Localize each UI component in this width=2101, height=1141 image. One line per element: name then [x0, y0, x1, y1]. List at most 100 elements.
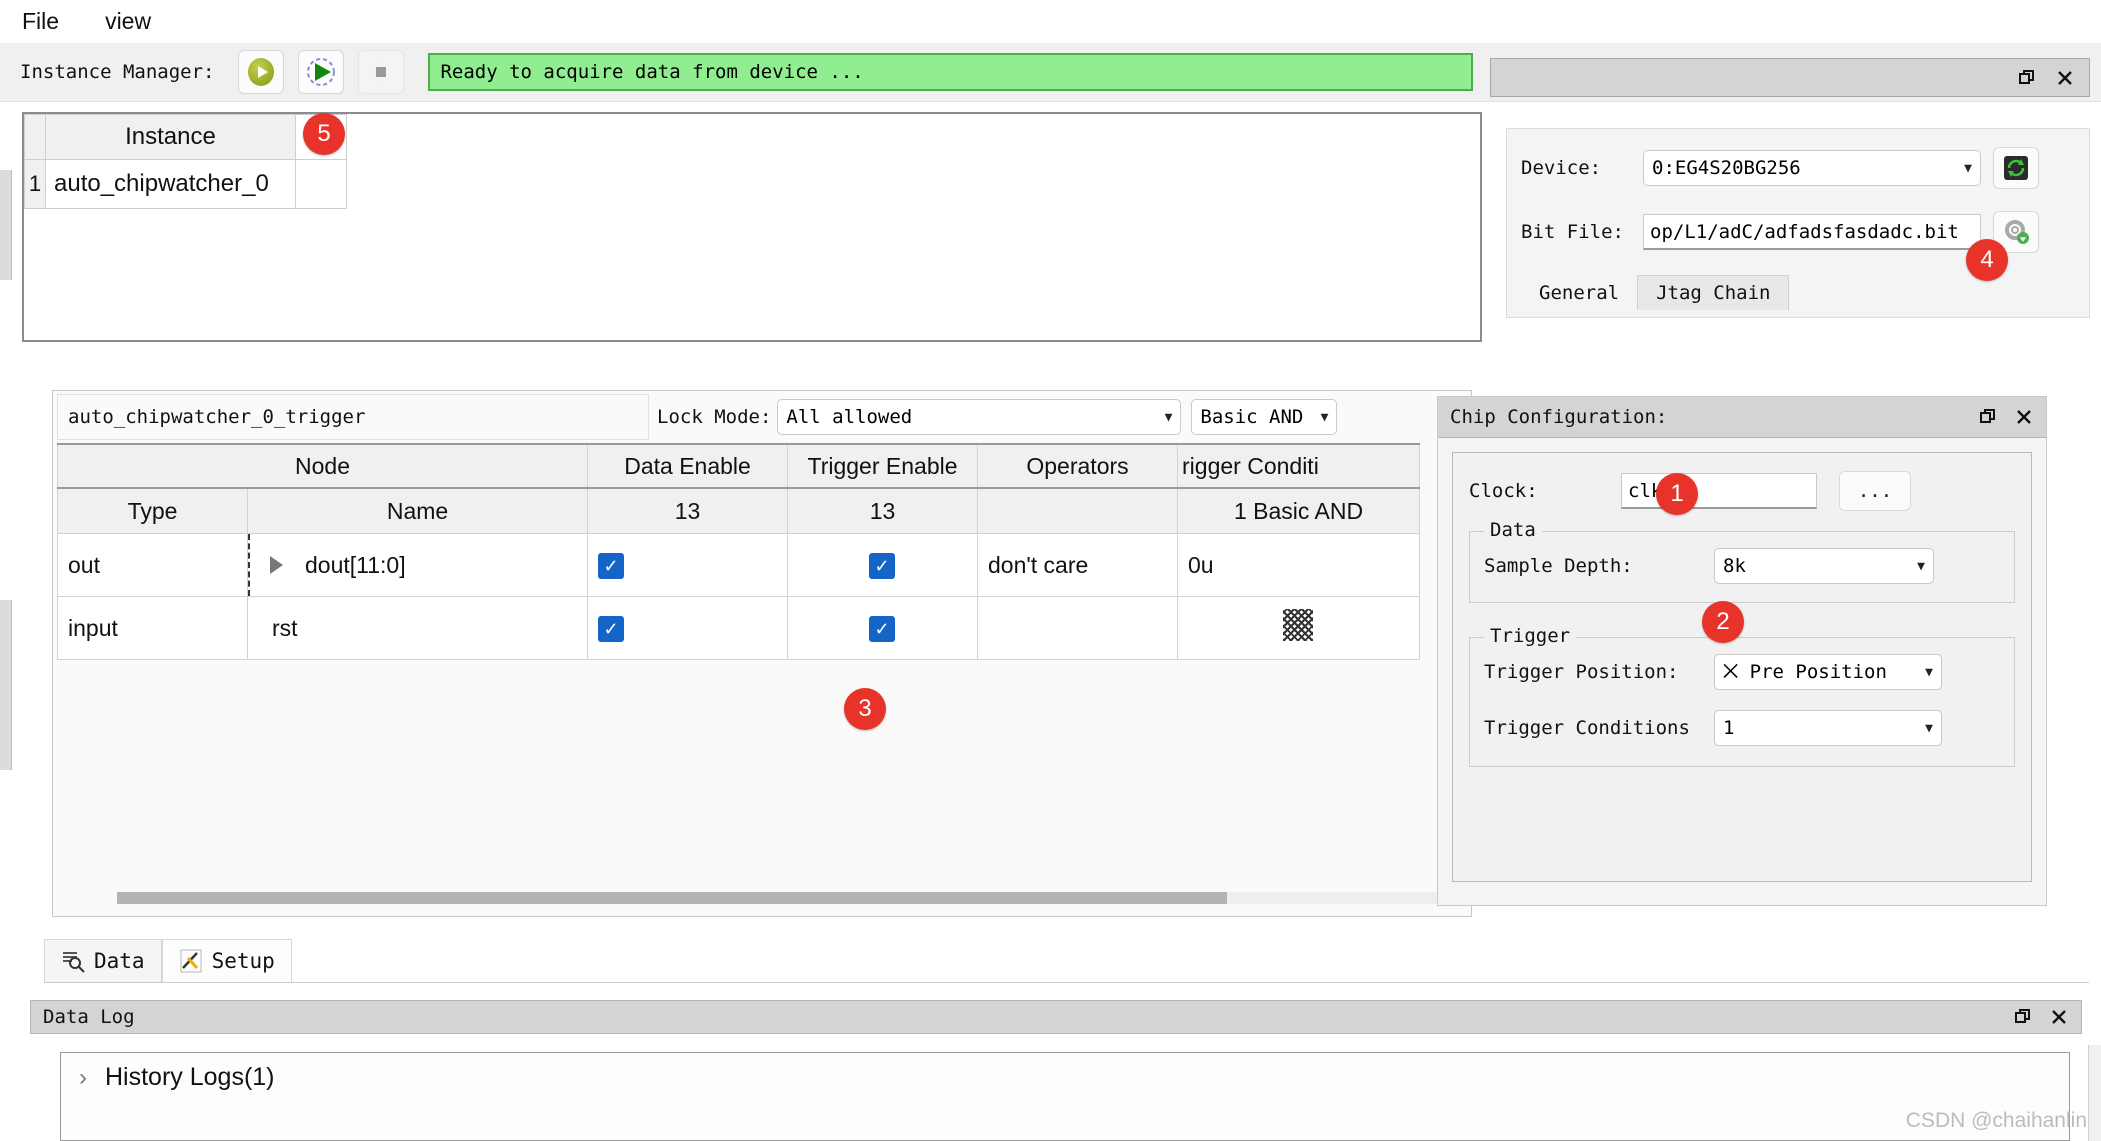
download-bitfile-icon	[2005, 220, 2029, 244]
header-trigger-condition[interactable]: rigger Conditi	[1177, 443, 1421, 489]
callout-badge-4: 4	[1966, 239, 2008, 281]
device-config-panel: Device: 0:EG4S20BG256 ▼ Bit File: op/L1/…	[1506, 128, 2090, 318]
row-data-enable-cell[interactable]: ✓	[587, 596, 789, 660]
subheader-operators	[977, 487, 1179, 534]
sample-depth-select[interactable]: 8k ▼	[1714, 548, 1934, 584]
data-enable-checkbox[interactable]: ✓	[598, 553, 625, 579]
instance-list-panel: Instance 1 auto_chipwatcher_0	[22, 112, 1482, 342]
table-row[interactable]: out dout[11:0] ✓ ✓ don't care 0u	[57, 533, 1421, 597]
left-dock-strip-bottom[interactable]	[0, 600, 12, 770]
data-log-float-button[interactable]	[2013, 1007, 2033, 1027]
run-continuous-button[interactable]	[298, 50, 345, 94]
trigger-position-select[interactable]: ⨉ Pre Position ▼	[1714, 654, 1942, 690]
table-row[interactable]: 1 auto_chipwatcher_0	[24, 159, 347, 209]
instance-row-name[interactable]: auto_chipwatcher_0	[45, 159, 296, 209]
header-node[interactable]: Node	[56, 443, 589, 489]
data-group: Data Sample Depth: 8k ▼	[1469, 519, 2015, 603]
subheader-trigger-enable-count: 13	[787, 487, 979, 534]
trigger-conditions-label: Trigger Conditions	[1484, 717, 1690, 739]
row-data-enable-cell[interactable]: ✓	[587, 533, 789, 597]
history-logs-label: History Logs(1)	[105, 1063, 275, 1091]
callout-badge-2: 2	[1702, 601, 1744, 643]
clock-browse-label: ...	[1857, 480, 1893, 502]
callout-badge-3: 3	[844, 688, 886, 730]
chevron-down-icon: ▼	[1917, 558, 1925, 574]
condition-mode-select[interactable]: Basic AND ▼	[1191, 399, 1338, 435]
top-right-panel-close-button[interactable]	[2055, 68, 2075, 88]
stop-button[interactable]	[358, 50, 405, 94]
instance-rownum-header	[24, 114, 46, 160]
tab-general[interactable]: General	[1521, 276, 1637, 310]
lock-mode-value: All allowed	[786, 406, 913, 428]
callout-badge-5: 5	[303, 113, 345, 155]
chip-panel-close-button[interactable]	[2014, 407, 2034, 427]
trigger-position-label: Trigger Position:	[1484, 661, 1679, 683]
trigger-enable-checkbox[interactable]: ✓	[869, 553, 896, 579]
trigger-conditions-select[interactable]: 1 ▼	[1714, 710, 1942, 746]
row-name[interactable]: rst	[246, 596, 589, 660]
row-operators[interactable]	[977, 596, 1179, 660]
row-trigger-enable-cell[interactable]: ✓	[787, 596, 979, 660]
header-operators[interactable]: Operators	[977, 443, 1179, 489]
restore-icon	[2015, 1009, 2030, 1023]
chip-panel-float-button[interactable]	[1978, 407, 1998, 427]
trigger-table-hscrollbar[interactable]	[117, 892, 1457, 904]
table-header-row: Node Data Enable Trigger Enable Operator…	[56, 443, 1421, 489]
callout-badge-1: 1	[1656, 473, 1698, 515]
lock-mode-select[interactable]: All allowed ▼	[777, 399, 1182, 435]
expand-triangle-icon[interactable]	[270, 556, 283, 574]
row-operators[interactable]: don't care	[977, 533, 1179, 597]
tab-data[interactable]: Data	[44, 939, 162, 982]
scrollbar-thumb[interactable]	[117, 892, 1227, 904]
menu-view[interactable]: view	[99, 6, 157, 37]
trigger-name-field[interactable]: auto_chipwatcher_0_trigger	[57, 394, 649, 440]
data-log-titlebar: Data Log	[30, 1000, 2082, 1034]
data-log-body: › History Logs(1)	[60, 1052, 2070, 1141]
stop-square-icon	[372, 61, 391, 83]
top-right-dock-panel	[1490, 58, 2090, 97]
header-trigger-enable[interactable]: Trigger Enable	[787, 443, 979, 489]
row-indent-guide	[248, 534, 250, 596]
tab-jtag-chain[interactable]: Jtag Chain	[1637, 275, 1790, 310]
clock-row: Clock: clk ...	[1469, 471, 2015, 511]
lock-mode-label: Lock Mode:	[657, 406, 772, 428]
clock-label: Clock:	[1469, 480, 1538, 502]
chip-configuration-panel: Chip Configuration: Clock: clk ... Data …	[1437, 396, 2047, 906]
bitfile-input[interactable]: op/L1/adC/adfadsfasdadc.bit	[1643, 214, 1981, 250]
top-right-panel-float-button[interactable]	[2017, 68, 2037, 88]
instance-table: Instance 1 auto_chipwatcher_0	[24, 114, 347, 209]
data-log-title: Data Log	[43, 1006, 135, 1028]
hatched-pattern-icon	[1283, 609, 1314, 641]
history-logs-row[interactable]: › History Logs(1)	[79, 1063, 2069, 1092]
run-once-button[interactable]	[238, 50, 285, 94]
clock-browse-button[interactable]: ...	[1839, 471, 1911, 511]
close-icon	[2052, 1010, 2066, 1024]
instance-manager-label: Instance Manager:	[20, 61, 215, 83]
chevron-down-icon: ▼	[1164, 409, 1173, 425]
trigger-conditions-row: Trigger Conditions 1 ▼	[1484, 710, 2000, 746]
row-trigger-enable-cell[interactable]: ✓	[787, 533, 979, 597]
chevron-right-icon[interactable]: ›	[79, 1064, 87, 1092]
data-log-close-button[interactable]	[2049, 1007, 2069, 1027]
instance-row-extra	[295, 159, 347, 209]
clock-input[interactable]: clk	[1621, 473, 1817, 509]
row-trigger-condition-cell[interactable]	[1177, 596, 1421, 660]
device-select[interactable]: 0:EG4S20BG256 ▼	[1643, 150, 1981, 186]
subheader-name: Name	[246, 487, 589, 534]
table-subheader-row: Type Name 13 13 1 Basic AND	[57, 487, 1421, 534]
status-message-field: Ready to acquire data from device ...	[428, 53, 1474, 91]
refresh-device-button[interactable]	[1993, 147, 2039, 189]
row-name-cell[interactable]: dout[11:0]	[246, 533, 589, 597]
data-enable-checkbox[interactable]: ✓	[598, 616, 625, 642]
row-trigger-condition[interactable]: 0u	[1177, 533, 1421, 597]
restore-icon	[1980, 409, 1995, 423]
table-row[interactable]: input rst ✓ ✓	[57, 596, 1421, 660]
trigger-enable-checkbox[interactable]: ✓	[869, 616, 896, 642]
menu-file[interactable]: File	[16, 6, 65, 37]
device-row: Device: 0:EG4S20BG256 ▼	[1521, 147, 2075, 189]
left-dock-strip-top[interactable]	[0, 170, 12, 280]
tab-setup[interactable]: Setup	[161, 939, 292, 982]
header-data-enable[interactable]: Data Enable	[587, 443, 789, 489]
instance-column-header[interactable]: Instance	[45, 114, 296, 160]
chevron-down-icon: ▼	[1320, 409, 1329, 425]
